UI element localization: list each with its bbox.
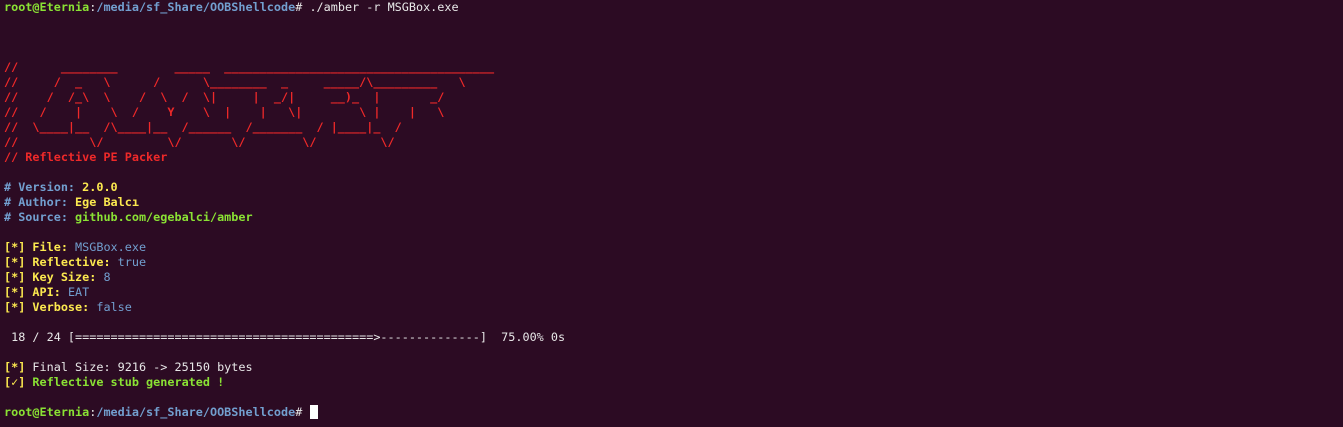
- banner-line: // / _ \ / \________ _ _____/\_________ …: [4, 75, 466, 89]
- command-line: root@Eternia:/media/sf_Share/OOBShellcod…: [4, 0, 1343, 15]
- prompt-path: /media/sf_Share/OOBShellcode: [96, 405, 296, 419]
- prompt-user-host: root@Eternia: [4, 0, 90, 14]
- banner-subtitle: // Reflective PE Packer: [4, 150, 168, 164]
- prompt-path: /media/sf_Share/OOBShellcode: [96, 0, 296, 14]
- banner-line: // \____|__ /\____|__ /______ /_______ /…: [4, 120, 402, 134]
- info-version: # Version: 2.0.0: [4, 180, 118, 194]
- setting-api: [*] API: EAT: [4, 285, 90, 299]
- banner-line: // / /_\ \ / \ / \| | _/| __)_ | _/: [4, 90, 445, 104]
- settings-block: [*] File: MSGBox.exe [*] Reflective: tru…: [4, 240, 1343, 315]
- terminal-window[interactable]: root@Eternia:/media/sf_Share/OOBShellcod…: [0, 0, 1343, 427]
- prompt-symbol: #: [295, 0, 310, 14]
- prompt-symbol: #: [295, 405, 310, 419]
- setting-reflective: [*] Reflective: true: [4, 255, 147, 269]
- setting-verbose: [*] Verbose: false: [4, 300, 132, 314]
- info-author: # Author: Ege Balcı: [4, 195, 139, 209]
- setting-key-size: [*] Key Size: 8: [4, 270, 111, 284]
- banner-line: // / | \ / Y \ | | \| \ | | \: [4, 105, 445, 119]
- text-cursor[interactable]: [310, 405, 319, 419]
- final-size-line: [*] Final Size: 9216 -> 25150 bytes: [4, 360, 253, 374]
- prompt-user-host: root@Eternia: [4, 405, 90, 419]
- info-source: # Source: github.com/egebalci/amber: [4, 210, 253, 224]
- banner-line: // \/ \/ \/ \/ \/: [4, 135, 395, 149]
- banner-line: // ________ _____ ______________________…: [4, 60, 495, 74]
- command-text: ./amber -r MSGBox.exe: [309, 0, 459, 14]
- ascii-banner: // ________ _____ ______________________…: [4, 60, 1343, 165]
- prompt-line[interactable]: root@Eternia:/media/sf_Share/OOBShellcod…: [4, 405, 1343, 420]
- progress-bar: 18 / 24 [===============================…: [4, 330, 566, 344]
- stub-generated-line: [✓] Reflective stub generated !: [4, 375, 225, 389]
- setting-file: [*] File: MSGBox.exe: [4, 240, 147, 254]
- info-block: # Version: 2.0.0 # Author: Ege Balcı # S…: [4, 180, 1343, 225]
